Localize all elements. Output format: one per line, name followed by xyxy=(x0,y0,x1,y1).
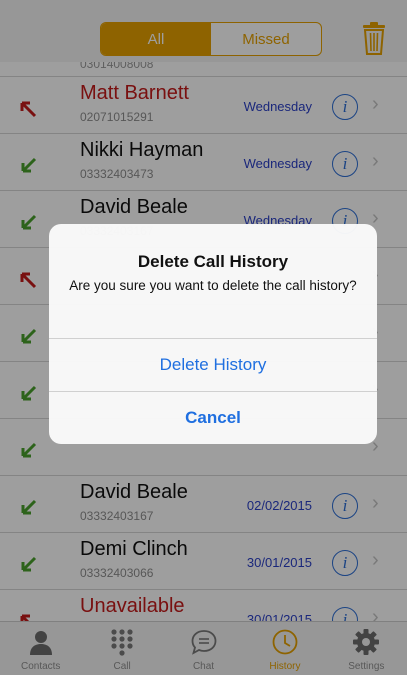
delete-history-alert: Delete Call History Are you sure you wan… xyxy=(49,224,377,444)
alert-title: Delete Call History xyxy=(137,252,289,271)
delete-history-button[interactable]: Delete History xyxy=(49,338,377,391)
alert-message: Are you sure you want to delete the call… xyxy=(69,278,357,293)
cancel-button[interactable]: Cancel xyxy=(49,391,377,444)
